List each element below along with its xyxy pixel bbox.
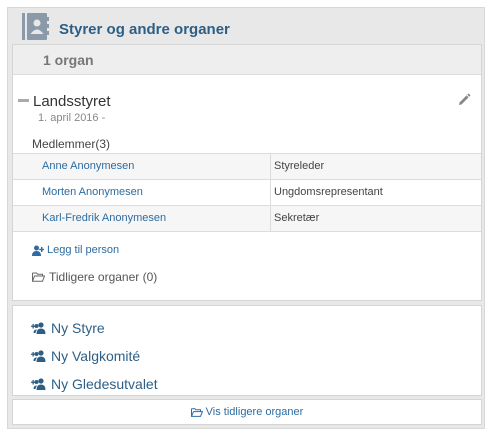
- previous-organs-toggle[interactable]: Tidligere organer (0): [32, 270, 157, 284]
- new-organ-label: Ny Gledesutvalet: [51, 376, 158, 392]
- page-title: Styrer og andre organer: [59, 21, 230, 38]
- folder-open-icon: [190, 407, 203, 417]
- new-organ-label: Ny Valgkomité: [51, 348, 141, 364]
- members-label: Medlemmer(3): [32, 137, 111, 151]
- organs-panel: Styrer og andre organer 1 organ Landssty…: [7, 7, 485, 429]
- table-row: Karl-Fredrik Anonymesen Sekretær: [13, 206, 481, 232]
- new-organ-styre-link[interactable]: Ny Styre: [31, 320, 105, 336]
- table-row: Morten Anonymesen Ungdomsrepresentant: [13, 180, 481, 206]
- new-organ-label: Ny Styre: [51, 320, 105, 336]
- member-name-link[interactable]: Anne Anonymesen: [13, 154, 271, 179]
- organ-count-bar: 1 organ: [13, 45, 481, 75]
- member-role: Ungdomsrepresentant: [274, 186, 383, 198]
- member-role: Sekretær: [274, 212, 320, 224]
- organ-card: 1 organ Landsstyret 1. april 2016 - Medl…: [12, 44, 482, 301]
- collapse-icon[interactable]: [18, 99, 29, 102]
- folder-icon: [32, 272, 45, 282]
- new-organ-valgkomite-link[interactable]: Ny Valgkomité: [31, 348, 140, 364]
- member-name-link[interactable]: Morten Anonymesen: [13, 180, 271, 205]
- table-row: Anne Anonymesen Styreleder: [13, 154, 481, 180]
- add-person-link[interactable]: Legg til person: [32, 244, 119, 256]
- users-plus-icon: [31, 322, 47, 334]
- address-book-icon: [19, 11, 51, 43]
- new-organ-gledesutvalet-link[interactable]: Ny Gledesutvalet: [31, 376, 158, 392]
- users-plus-icon: [31, 350, 47, 362]
- new-organ-card: Ny Styre Ny Valgkomité Ny Gledesutvalet: [12, 305, 482, 396]
- member-role: Styreleder: [274, 160, 325, 172]
- show-previous-card: Vis tidligere organer: [12, 399, 482, 425]
- organ-name: Landsstyret: [33, 93, 111, 110]
- members-table: Anne Anonymesen Styreleder Morten Anonym…: [13, 153, 481, 232]
- organ-count: 1 organ: [43, 52, 94, 68]
- add-person-label: Legg til person: [47, 244, 120, 256]
- panel-header: Styrer og andre organer: [8, 8, 484, 44]
- pencil-icon[interactable]: [457, 93, 471, 107]
- user-plus-icon: [32, 245, 44, 256]
- show-previous-organs-link[interactable]: Vis tidligere organer: [13, 400, 481, 424]
- organ-date: 1. april 2016 -: [38, 112, 106, 124]
- show-previous-label: Vis tidligere organer: [205, 406, 304, 418]
- previous-organs-label: Tidligere organer (0): [49, 270, 158, 284]
- member-name-link[interactable]: Karl-Fredrik Anonymesen: [13, 206, 271, 231]
- users-plus-icon: [31, 378, 47, 390]
